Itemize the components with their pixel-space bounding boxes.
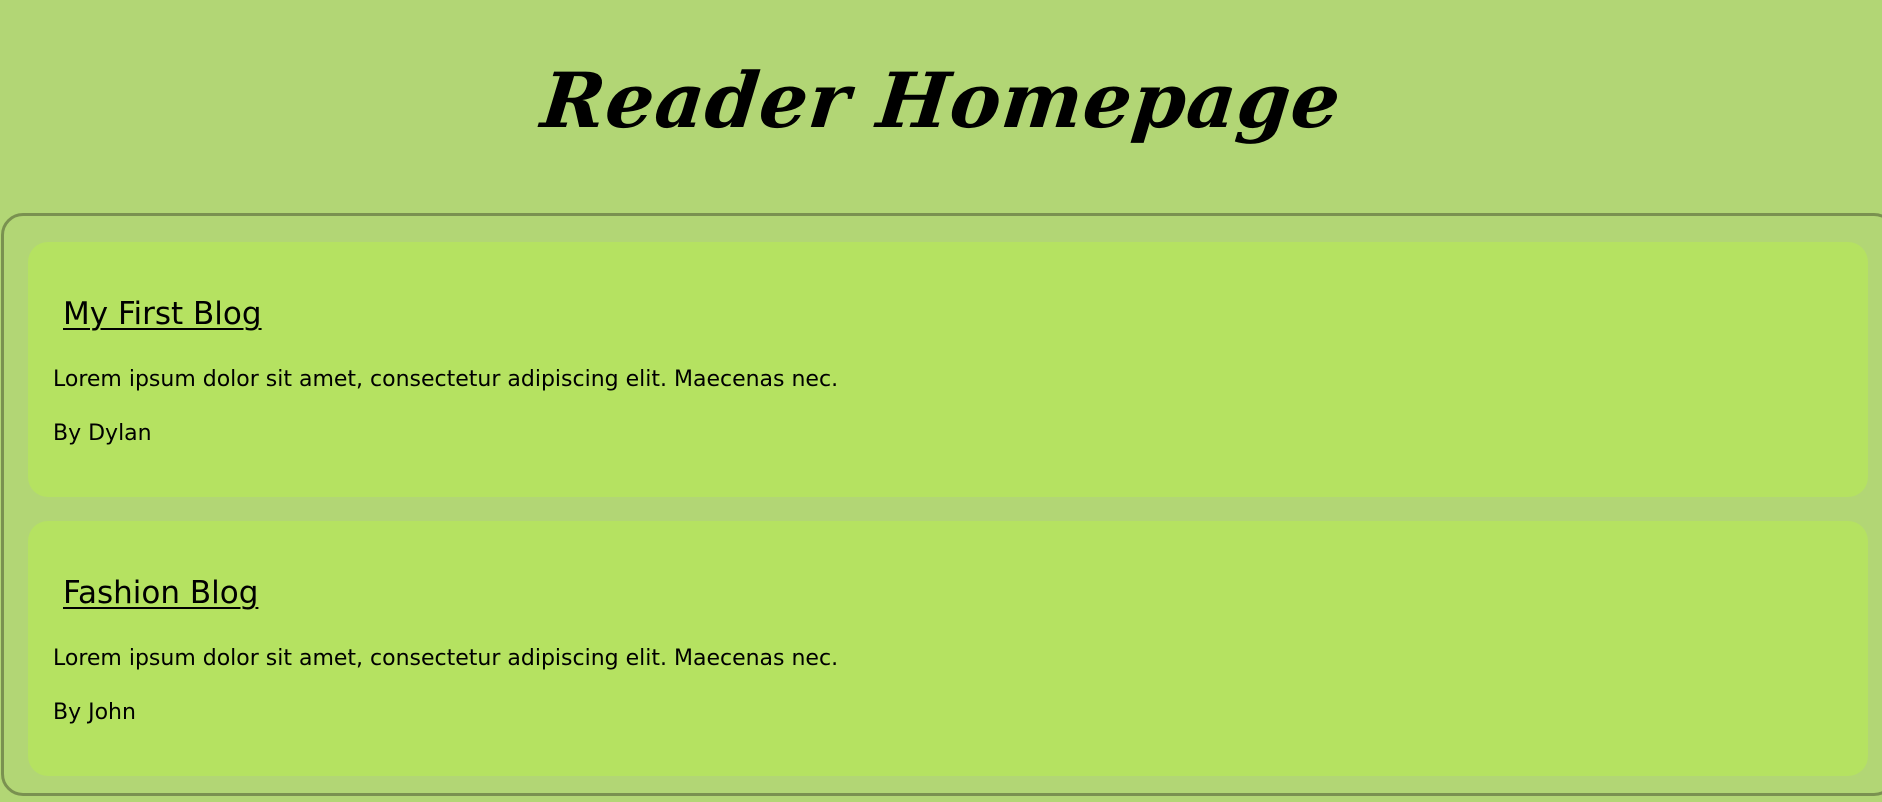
blog-author: By John <box>53 700 136 725</box>
blog-title-link[interactable]: My First Blog <box>63 294 262 334</box>
blog-excerpt: Lorem ipsum dolor sit amet, consectetur … <box>53 367 839 392</box>
blog-title-link[interactable]: Fashion Blog <box>63 573 258 613</box>
blog-card: My First Blog Lorem ipsum dolor sit amet… <box>28 242 1868 497</box>
blog-excerpt: Lorem ipsum dolor sit amet, consectetur … <box>53 646 839 671</box>
blog-list: My First Blog Lorem ipsum dolor sit amet… <box>1 213 1882 796</box>
blog-card: Fashion Blog Lorem ipsum dolor sit amet,… <box>28 521 1868 776</box>
blog-author: By Dylan <box>53 421 152 446</box>
page-header: Reader Homepage <box>0 0 1882 212</box>
page-title: Reader Homepage <box>536 55 1346 145</box>
